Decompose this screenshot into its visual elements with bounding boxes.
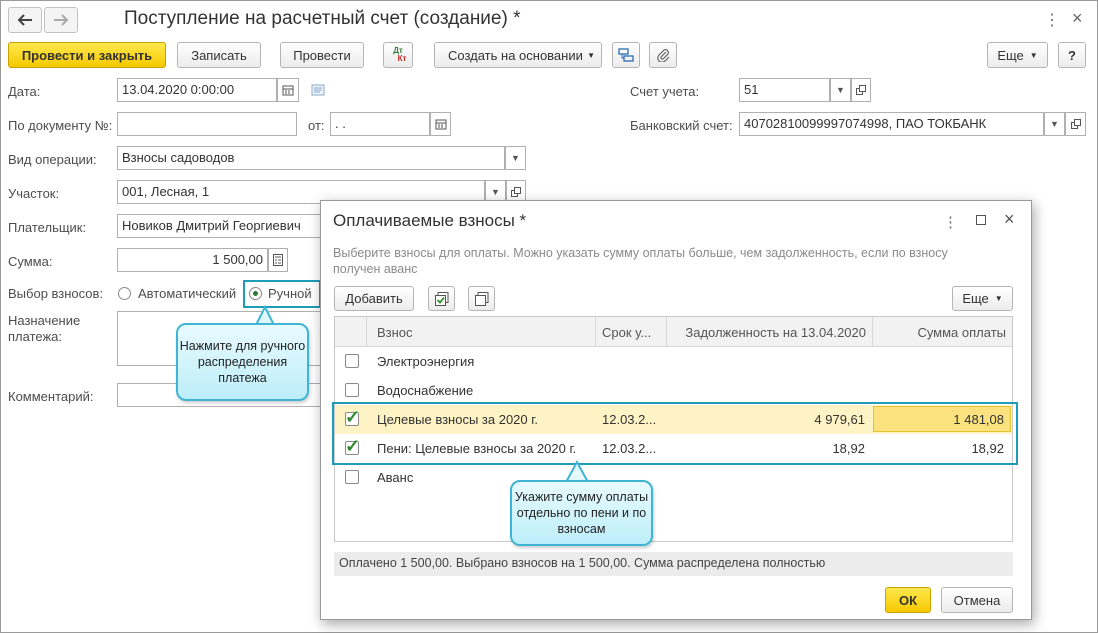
create-based-on-label: Создать на основании: [448, 47, 583, 63]
auto-radio-label: Автоматический: [138, 286, 237, 301]
help-button[interactable]: ?: [1058, 42, 1086, 68]
payer-field[interactable]: Новиков Дмитрий Георгиевич: [117, 214, 327, 238]
post-and-close-button[interactable]: Провести и закрыть: [8, 42, 166, 68]
window-title: Поступление на расчетный счет (создание)…: [124, 8, 521, 29]
row-checkbox[interactable]: [345, 383, 359, 397]
uncheck-all-icon[interactable]: [468, 286, 495, 311]
bank-account-label: Банковский счет:: [630, 118, 733, 133]
create-based-on-button[interactable]: Создать на основании ▼: [434, 42, 602, 68]
column-header-due[interactable]: Срок у...: [596, 317, 667, 347]
row-checkbox[interactable]: [345, 354, 359, 368]
dialog-more-label: Еще: [962, 291, 989, 306]
doc-number-label: По документу №:: [8, 118, 113, 133]
chevron-down-icon[interactable]: ▼: [505, 146, 526, 170]
column-header-debt[interactable]: Задолженность на 13.04.2020: [667, 317, 873, 347]
paid-contributions-dialog: Оплачиваемые взносы * ⋮ × Выберите взнос…: [320, 200, 1032, 620]
bank-account-field[interactable]: 40702810099997074998, ПАО ТОКБАНК: [739, 112, 1044, 136]
check-all-icon[interactable]: [428, 286, 455, 311]
row-name: Аванс: [377, 470, 414, 485]
table-row[interactable]: Электроэнергия: [335, 347, 1012, 376]
close-icon[interactable]: ×: [1072, 8, 1083, 29]
kt-label: Кт: [397, 54, 407, 63]
notes-icon[interactable]: [311, 84, 325, 99]
sum-field[interactable]: 1 500,00: [117, 248, 268, 272]
checked-rows-highlight: [332, 402, 1018, 465]
toolbar-more-label: Еще: [997, 47, 1024, 63]
account-label: Счет учета:: [630, 84, 700, 99]
column-header-payment[interactable]: Сумма оплаты: [873, 317, 1012, 347]
back-button[interactable]: [8, 7, 42, 33]
purpose-label-line1: Назначение: [8, 313, 81, 328]
from-date-field[interactable]: . .: [330, 112, 430, 136]
calculator-icon[interactable]: [268, 248, 288, 272]
doc-number-field[interactable]: [117, 112, 297, 136]
status-bar: Оплачено 1 500,00. Выбрано взносов на 1 …: [334, 552, 1013, 576]
operation-type-field[interactable]: Взносы садоводов: [117, 146, 505, 170]
dialog-more-button[interactable]: Еще ▼: [952, 286, 1013, 311]
post-button[interactable]: Провести: [280, 42, 364, 68]
structure-icon[interactable]: [612, 42, 640, 68]
callout-separately: Укажите сумму оплаты отдельно по пени и …: [510, 480, 653, 546]
row-name: Водоснабжение: [377, 383, 474, 398]
contribution-choice-label: Выбор взносов:: [8, 286, 104, 301]
table-row[interactable]: Аванс: [335, 463, 1012, 492]
maximize-icon[interactable]: [976, 215, 986, 225]
open-link-icon[interactable]: [1065, 112, 1086, 136]
chevron-down-icon[interactable]: ▼: [1044, 112, 1065, 136]
manual-radio-highlight: [243, 280, 321, 308]
account-field[interactable]: 51: [739, 78, 830, 102]
comment-label: Комментарий:: [8, 389, 94, 404]
ok-button[interactable]: ОК: [885, 587, 931, 613]
arrow-left-icon: [17, 14, 32, 26]
cancel-button[interactable]: Отмена: [941, 587, 1013, 613]
dt-kt-button[interactable]: Дт Кт: [383, 42, 413, 68]
calendar-icon[interactable]: [277, 78, 299, 102]
forward-button[interactable]: [44, 7, 78, 33]
more-vertical-icon[interactable]: ⋮: [1044, 10, 1060, 30]
paperclip-icon[interactable]: [649, 42, 677, 68]
dropdown-arrow-icon: ▼: [994, 294, 1003, 303]
add-button[interactable]: Добавить: [334, 286, 414, 311]
row-name: Электроэнергия: [377, 354, 475, 369]
toolbar-more-button[interactable]: Еще ▼: [987, 42, 1048, 68]
dialog-title: Оплачиваемые взносы *: [333, 211, 527, 230]
dialog-hint: Выберите взносы для оплаты. Можно указат…: [333, 246, 948, 276]
arrow-right-icon: [54, 14, 69, 26]
row-checkbox[interactable]: [345, 470, 359, 484]
table-header: Взнос Срок у... Задолженность на 13.04.2…: [335, 317, 1012, 347]
from-date-label: от:: [308, 118, 325, 133]
purpose-label-line2: платежа:: [8, 329, 62, 344]
plot-label: Участок:: [8, 186, 60, 201]
payer-label: Плательщик:: [8, 220, 87, 235]
dropdown-arrow-icon: ▼: [587, 50, 595, 60]
column-header-name[interactable]: Взнос: [367, 317, 596, 347]
more-vertical-icon[interactable]: ⋮: [943, 213, 958, 231]
checkbox-column-header: [335, 317, 367, 347]
table-row[interactable]: Водоснабжение: [335, 376, 1012, 405]
operation-type-label: Вид операции:: [8, 152, 97, 167]
purpose-label: Назначение платежа:: [8, 313, 80, 345]
chevron-down-icon[interactable]: ▼: [830, 78, 851, 102]
close-icon[interactable]: ×: [1004, 209, 1015, 230]
sum-label: Сумма:: [8, 254, 53, 269]
auto-radio[interactable]: [118, 287, 131, 300]
save-button[interactable]: Записать: [177, 42, 261, 68]
open-link-icon[interactable]: [851, 78, 871, 102]
calendar-icon[interactable]: [430, 112, 451, 136]
dropdown-arrow-icon: ▼: [1029, 50, 1038, 60]
date-field[interactable]: 13.04.2020 0:00:00: [117, 78, 277, 102]
date-label: Дата:: [8, 84, 41, 99]
callout-manual: Нажмите для ручного распределения платеж…: [176, 323, 309, 401]
